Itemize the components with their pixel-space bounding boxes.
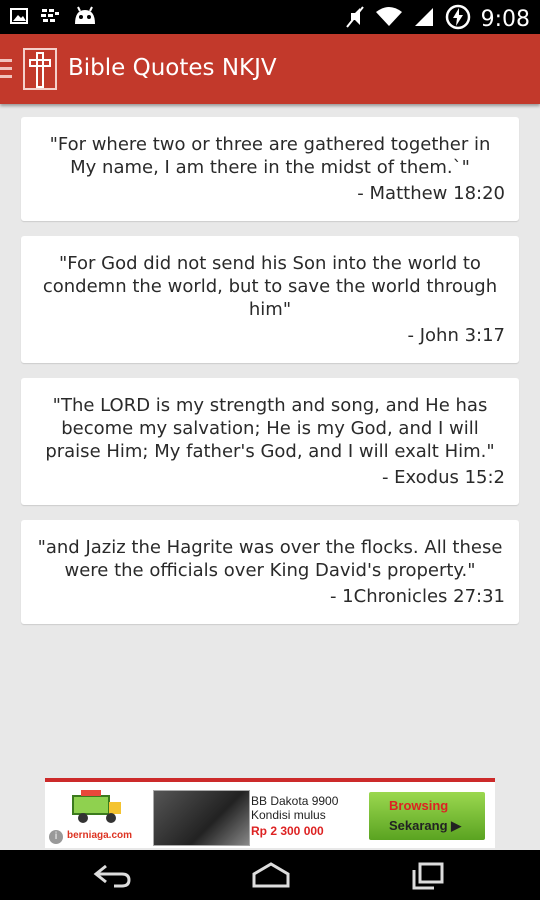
battery-charging-icon [445, 4, 471, 34]
ad-truck-icon [67, 788, 127, 828]
quote-reference: - Exodus 15:2 [381, 467, 505, 488]
ad-cta-line1: Browsing [389, 798, 449, 813]
quote-text: "For where two or three are gathered tog… [49, 134, 491, 178]
mute-icon [345, 5, 365, 33]
back-icon[interactable] [92, 862, 132, 892]
bbm-icon [40, 8, 60, 28]
ad-banner[interactable]: i berniaga.com BB Dakota 9900 Kondisi mu… [45, 778, 495, 848]
quote-card[interactable]: "For where two or three are gathered tog… [21, 117, 519, 221]
quote-reference: - 1Chronicles 27:31 [329, 586, 505, 607]
navigation-bar [0, 850, 540, 900]
android-icon [72, 6, 98, 30]
drawer-menu-icon[interactable] [0, 59, 14, 79]
quote-card[interactable]: "The LORD is my strength and song, and H… [21, 378, 519, 505]
wifi-icon [375, 6, 403, 32]
quote-text: "and Jaziz the Hagrite was over the floc… [37, 537, 503, 581]
recents-icon[interactable] [410, 862, 444, 894]
ad-cta-button[interactable]: Browsing Sekarang ▶ [369, 792, 485, 840]
ad-product-image [153, 790, 250, 846]
quote-reference: - John 3:17 [407, 325, 506, 346]
ad-price: Rp 2 300 000 [251, 824, 324, 838]
ad-brand: berniaga.com [67, 830, 133, 841]
action-bar: Bible Quotes NKJV [0, 34, 540, 104]
ad-product-name: BB Dakota 9900 Kondisi mulus [251, 794, 338, 822]
cross-logo-icon[interactable] [22, 46, 58, 92]
status-time: 9:08 [480, 6, 530, 32]
ad-product-line2: Kondisi mulus [251, 808, 326, 822]
image-icon [10, 8, 28, 28]
ad-cta-line2: Sekarang ▶ [389, 818, 462, 833]
app-title: Bible Quotes NKJV [68, 55, 277, 81]
quote-text: "The LORD is my strength and song, and H… [45, 395, 495, 462]
ad-info-icon[interactable]: i [49, 830, 63, 844]
quote-card[interactable]: "and Jaziz the Hagrite was over the floc… [21, 520, 519, 624]
ad-product-line1: BB Dakota 9900 [251, 794, 339, 808]
home-icon[interactable] [250, 862, 292, 892]
quote-reference: - Matthew 18:20 [357, 183, 505, 204]
status-bar: 9:08 [0, 0, 540, 34]
quote-text: "For God did not send his Son into the w… [42, 253, 498, 320]
quote-card[interactable]: "For God did not send his Son into the w… [21, 236, 519, 363]
signal-icon [413, 6, 435, 32]
